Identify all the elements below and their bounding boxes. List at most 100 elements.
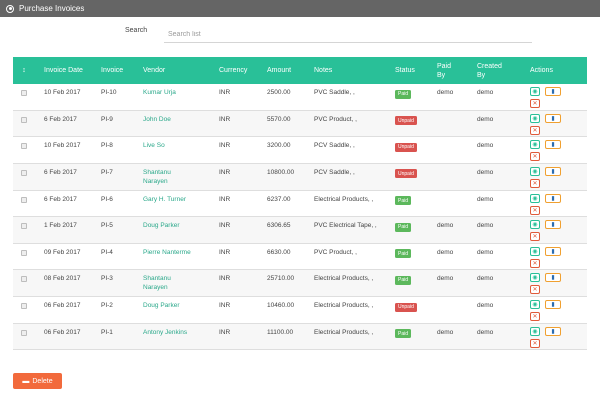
vendor-link[interactable]: Shantanu Narayen — [143, 168, 213, 186]
row-checkbox[interactable] — [21, 276, 27, 282]
invoice-date: 06 Feb 2017 — [44, 302, 81, 309]
row-checkbox[interactable] — [21, 116, 27, 123]
vendor-link[interactable]: Doug Parker — [143, 221, 213, 230]
row-checkbox[interactable] — [21, 329, 27, 336]
vendor-name-line[interactable]: Shantanu — [143, 168, 213, 177]
vendor-name-line[interactable]: Gary H. Turner — [143, 195, 213, 204]
vendor-link[interactable]: Live So — [143, 141, 213, 150]
print-icon[interactable]: ▮ — [545, 273, 561, 282]
vendor-name-line[interactable]: Kumar Urja — [143, 88, 213, 97]
table-row[interactable]: 09 Feb 2017 PI-4 Pierre Nanterme INR 6630.00… — [13, 244, 587, 270]
column-paid-by[interactable]: Paid By — [437, 57, 459, 84]
table-row[interactable]: 6 Feb 2017 PI-6 Gary H. Turner INR 6237.00 El… — [13, 191, 587, 217]
close-icon[interactable]: ✕ — [530, 205, 540, 215]
table-row[interactable]: 6 Feb 2017 PI-9 John Doe INR 5570.00 PVC Prod… — [13, 110, 587, 137]
close-icon[interactable]: ✕ — [530, 125, 540, 135]
vendor-link[interactable]: Shantanu Narayen — [143, 274, 213, 292]
eye-icon[interactable]: ◉ — [530, 246, 540, 256]
vendor-link[interactable]: Antony Jenkins — [143, 328, 213, 337]
created-by: demo — [477, 142, 494, 149]
table-row[interactable]: 08 Feb 2017 PI-3 Shantanu Narayen INR 25710.0… — [13, 270, 587, 297]
status-badge: Paid — [395, 249, 412, 258]
close-icon[interactable]: ✕ — [530, 258, 540, 268]
sort-icon[interactable]: ↕ — [22, 66, 26, 75]
column-status[interactable]: Status — [395, 57, 425, 84]
close-icon[interactable]: ✕ — [530, 312, 540, 321]
invoice-date: 09 Feb 2017 — [44, 248, 81, 256]
print-icon[interactable]: ▮ — [545, 220, 561, 229]
print-icon[interactable]: ▮ — [545, 166, 561, 176]
column-invoice-date[interactable]: Invoice Date — [44, 57, 88, 84]
column-amount[interactable]: Amount — [267, 57, 307, 84]
invoice-number: PI-3 — [101, 275, 113, 282]
row-checkbox[interactable] — [21, 223, 27, 229]
search-input[interactable] — [164, 26, 532, 43]
created-by: demo — [477, 115, 494, 123]
eye-icon[interactable]: ◉ — [530, 326, 540, 336]
column-actions: Actions — [530, 67, 553, 74]
print-icon[interactable]: ▮ — [545, 193, 561, 203]
eye-icon[interactable]: ◉ — [530, 273, 540, 282]
print-icon[interactable]: ▮ — [545, 87, 561, 96]
close-icon[interactable]: ✕ — [530, 338, 540, 348]
row-checkbox[interactable] — [21, 90, 27, 96]
close-icon[interactable]: ✕ — [530, 152, 540, 161]
table-row[interactable]: 10 Feb 2017 PI-8 Live So INR 3200.00 PCV Sadd… — [13, 137, 587, 164]
print-icon[interactable]: ▮ — [545, 326, 561, 336]
print-icon[interactable]: ▮ — [545, 113, 561, 123]
vendor-name-line[interactable]: Shantanu — [143, 274, 213, 283]
column-currency[interactable]: Currency — [219, 57, 259, 84]
created-by: demo — [477, 328, 494, 336]
currency: INR — [219, 275, 231, 282]
row-checkbox[interactable] — [21, 303, 27, 309]
delete-button[interactable]: ▬ Delete — [13, 373, 62, 389]
vendor-name-line[interactable]: Antony Jenkins — [143, 328, 213, 337]
vendor-name-line[interactable]: Narayen — [143, 283, 213, 292]
sort-column[interactable]: ↕ — [18, 57, 30, 84]
table-row[interactable]: 1 Feb 2017 PI-5 Doug Parker INR 6306.65 PVC E… — [13, 217, 587, 244]
column-notes[interactable]: Notes — [314, 57, 384, 84]
invoice-number: PI-10 — [101, 89, 117, 96]
eye-icon[interactable]: ◉ — [530, 140, 540, 149]
row-checkbox[interactable] — [21, 249, 27, 256]
vendor-name-line[interactable]: Live So — [143, 141, 213, 150]
row-checkbox[interactable] — [21, 143, 27, 149]
vendor-link[interactable]: Pierre Nanterme — [143, 248, 213, 257]
table-row[interactable]: 10 Feb 2017 PI-10 Kumar Urja INR 2500.00 PVC … — [13, 84, 587, 111]
eye-icon[interactable]: ◉ — [530, 113, 540, 123]
amount: 10800.00 — [267, 168, 295, 176]
print-icon[interactable]: ▮ — [545, 246, 561, 256]
vendor-name-line[interactable]: Doug Parker — [143, 301, 213, 310]
vendor-name-line[interactable]: Doug Parker — [143, 221, 213, 230]
invoice-number: PI-8 — [101, 142, 113, 149]
eye-icon[interactable]: ◉ — [530, 166, 540, 176]
print-icon[interactable]: ▮ — [545, 300, 561, 309]
eye-icon[interactable]: ◉ — [530, 87, 540, 96]
eye-icon[interactable]: ◉ — [530, 193, 540, 203]
close-icon[interactable]: ✕ — [530, 99, 540, 108]
status-badge: Paid — [395, 329, 412, 338]
print-icon[interactable]: ▮ — [545, 140, 561, 149]
vendor-link[interactable]: Kumar Urja — [143, 88, 213, 97]
eye-icon[interactable]: ◉ — [530, 220, 540, 229]
vendor-link[interactable]: Gary H. Turner — [143, 195, 213, 204]
currency: INR — [219, 142, 231, 149]
vendor-name-line[interactable]: John Doe — [143, 115, 213, 124]
vendor-name-line[interactable]: Narayen — [143, 177, 213, 186]
column-vendor[interactable]: Vendor — [143, 57, 203, 84]
vendor-link[interactable]: John Doe — [143, 115, 213, 124]
row-checkbox[interactable] — [21, 169, 27, 176]
vendor-name-line[interactable]: Pierre Nanterme — [143, 248, 213, 257]
row-checkbox[interactable] — [21, 196, 27, 203]
table-row[interactable]: 06 Feb 2017 PI-1 Antony Jenkins INR 11100.00… — [13, 323, 587, 350]
eye-icon[interactable]: ◉ — [530, 300, 540, 309]
close-icon[interactable]: ✕ — [530, 285, 540, 294]
column-invoice[interactable]: Invoice — [101, 57, 131, 84]
column-created-by[interactable]: Created By — [477, 57, 507, 84]
close-icon[interactable]: ✕ — [530, 232, 540, 241]
amount: 11100.00 — [267, 328, 294, 336]
table-row[interactable]: 6 Feb 2017 PI-7 Shantanu Narayen INR 10800.00… — [13, 163, 587, 191]
close-icon[interactable]: ✕ — [530, 178, 540, 188]
table-row[interactable]: 06 Feb 2017 PI-2 Doug Parker INR 10460.00 Ele… — [13, 297, 587, 324]
vendor-link[interactable]: Doug Parker — [143, 301, 213, 310]
